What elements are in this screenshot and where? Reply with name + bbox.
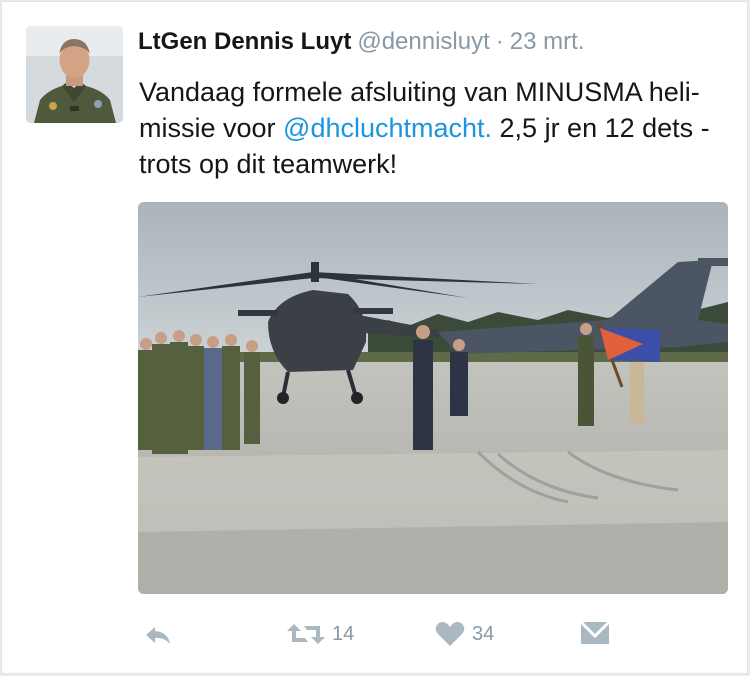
tweet-card[interactable]: LtGen Dennis Luyt @dennisluyt · 23 mrt. Van… <box>1 1 748 674</box>
author-name[interactable]: LtGen Dennis Luyt <box>138 28 351 55</box>
photo-helicopter-ceremony <box>138 202 728 594</box>
direct-message-button[interactable] <box>578 614 612 654</box>
retweet-count: 14 <box>332 622 355 645</box>
direct-message-icon <box>578 618 612 650</box>
retweet-icon <box>286 618 326 650</box>
tweet-date[interactable]: 23 mrt. <box>510 28 585 55</box>
heart-icon <box>434 618 466 650</box>
retweet-button[interactable]: 14 <box>286 614 354 654</box>
avatar[interactable] <box>26 26 123 123</box>
avatar-image <box>26 26 123 123</box>
header-separator: · <box>495 28 504 55</box>
tweet-text: Vandaag formele afsluiting van MINUSMA h… <box>139 74 729 182</box>
mention-link[interactable]: @dhcluchtmacht. <box>283 113 492 143</box>
reply-button[interactable] <box>142 614 174 654</box>
tweet-header: LtGen Dennis Luyt @dennisluyt · 23 mrt. <box>138 27 584 57</box>
like-button[interactable]: 34 <box>434 614 494 654</box>
author-handle[interactable]: @dennisluyt <box>357 28 489 55</box>
reply-icon <box>142 618 174 650</box>
like-count: 34 <box>472 622 495 645</box>
tweet-photo[interactable] <box>138 202 728 594</box>
